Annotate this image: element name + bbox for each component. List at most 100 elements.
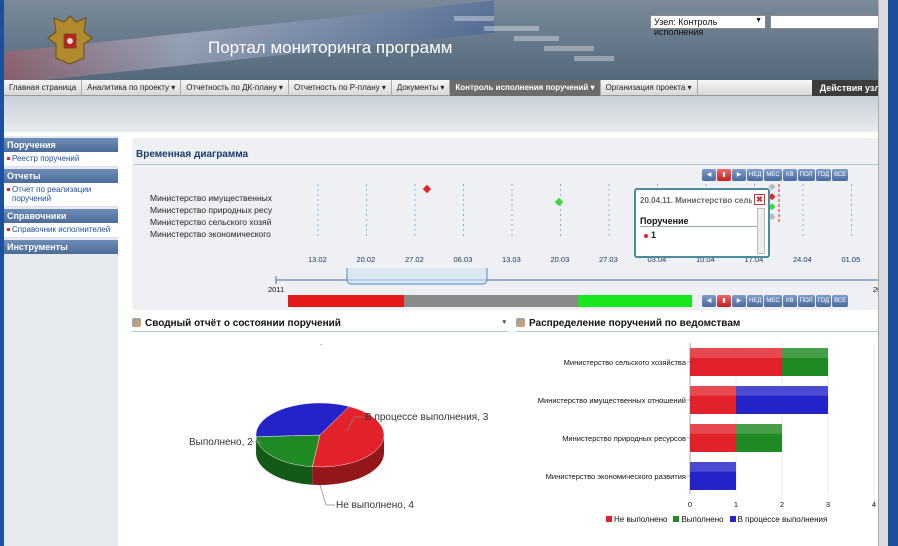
period-button[interactable]: НЕД [747, 169, 764, 181]
tooltip-value: 1 [644, 230, 656, 240]
period-button[interactable]: ВСЕ [832, 295, 849, 307]
period-button[interactable]: КВ [782, 169, 797, 181]
ribbon-area [4, 96, 888, 132]
date-axis: 13.02 20.02 27.02 06.03 13.03 20.03 27.03 03.04… [300, 255, 882, 267]
node-select[interactable]: Узел: Контроль исполнения ▼ [650, 15, 766, 37]
category-label: Министерство имущественных отношений [538, 396, 686, 405]
sidebar-section-title[interactable]: Справочники [4, 209, 118, 223]
menu-item[interactable]: Организация проекта ▾ [601, 80, 698, 96]
date-tick-label: 06.03 [453, 255, 473, 264]
sidebar-link[interactable]: Отчет по реализации поручений [4, 183, 118, 207]
pie-panel-header: Сводный отчёт о состоянии поручений ▾ [132, 318, 508, 332]
x-tick-label: 3 [826, 500, 830, 509]
status-strip [288, 295, 692, 307]
period-button[interactable]: МЕС [764, 169, 782, 181]
date-tick-label: 01.05 [841, 255, 861, 264]
timeline-selection-handle[interactable] [346, 268, 488, 285]
tooltip-title: 20.04.11. Министерство сель [640, 196, 752, 205]
quick-launch-sidebar: Поручения Реестр поручений Отчеты Отчет по … [4, 136, 118, 546]
event-marker[interactable] [554, 197, 564, 207]
category-label: Министерство сельского хозяйства [564, 358, 687, 367]
timeline-row-label: Министерство имущественных [150, 193, 273, 203]
period-button[interactable]: НЕД [747, 295, 764, 307]
legend-swatch [606, 516, 612, 522]
top-navigation: Главная страница Аналитика по проекту ▾ От… [4, 80, 888, 96]
legend-label: Не выполнено [614, 515, 668, 524]
legend-label: Выполнено [681, 515, 724, 524]
timeline-grid [317, 184, 852, 238]
date-tick-label: 27.03 [599, 255, 618, 264]
date-tick-label: 20.03 [550, 255, 570, 264]
x-tick-label: 4 [872, 500, 876, 509]
legend-swatch [729, 516, 736, 522]
menu-item[interactable]: Отчетность по ДК-плану ▾ [181, 80, 289, 96]
node-select-label: Узел: Контроль исполнения [654, 17, 718, 37]
pie-panel-title: Сводный отчёт о состоянии поручений [145, 318, 341, 329]
sidebar-section-title[interactable]: Инструменты [4, 240, 118, 254]
timeline-start-label: 2011 [268, 285, 284, 294]
date-tick-label: 27.02 [405, 255, 424, 264]
x-tick-label: 2 [780, 500, 784, 509]
menu-item[interactable]: Документы ▾ [392, 80, 451, 96]
bar-chart: 0 1 2 3 4 Министерство сельского хозяйства Мин… [538, 343, 876, 509]
tooltip-scrollbar[interactable] [757, 208, 765, 254]
period-nav-top: ◀ ▮ ▶ НЕД МЕС КВ ПОЛ ГОД ВСЕ [702, 169, 849, 181]
period-button[interactable]: МЕС [764, 295, 782, 307]
menu-item[interactable]: Главная страница [4, 80, 83, 96]
page-scrollbar[interactable] [878, 0, 888, 546]
svg-text:.: . [320, 338, 322, 347]
period-button[interactable]: ПОЛ [797, 295, 815, 307]
period-button[interactable]: ▮ [717, 169, 731, 181]
period-button[interactable]: ГОД [815, 169, 832, 181]
date-tick-label: 20.02 [356, 255, 376, 264]
period-button[interactable]: ГОД [815, 295, 832, 307]
period-button[interactable]: ◀ [702, 169, 716, 181]
period-button[interactable]: ВСЕ [832, 169, 849, 181]
bar-panel-header: Распределение поручений по ведомствам [516, 318, 882, 332]
report-icon [132, 318, 141, 327]
period-button[interactable]: ▶ [732, 169, 746, 181]
pie-chart: Не выполнено, 4 Выполнено, 2 В процессе вы… [189, 338, 489, 511]
period-button[interactable]: ▮ [717, 295, 731, 307]
title-divider [134, 164, 882, 165]
sidebar-link[interactable]: Реестр поручений [4, 152, 118, 167]
sidebar-link[interactable]: Справочник исполнителей [4, 223, 118, 238]
chevron-down-icon: ▼ [755, 17, 762, 24]
x-tick-label: 0 [688, 500, 692, 509]
gantt-decoration [454, 16, 614, 61]
close-icon[interactable]: ✖ [754, 194, 765, 205]
menu-item[interactable]: Аналитика по проекту ▾ [82, 80, 182, 96]
event-marker[interactable] [422, 184, 432, 194]
report-icon [516, 318, 525, 327]
sidebar-section-title[interactable]: Поручения [4, 138, 118, 152]
timeline-panel: Временная диаграмма ◀ ▮ ▶ НЕД МЕС КВ ПОЛ ГОД ВСЕ… [132, 138, 887, 310]
coat-of-arms-icon [47, 15, 93, 65]
period-button[interactable]: ◀ [702, 295, 716, 307]
bar-chart-legend: Не выполнено Выполнено В процессе выполнен… [600, 515, 827, 524]
portal-header: Портал мониторинга программ Узел: Контро… [4, 0, 888, 80]
timeline-row-label: Министерство сельского хозяй [150, 217, 272, 227]
tooltip-header: Поручение [640, 216, 689, 226]
timeline-title: Временная диаграмма [136, 149, 249, 160]
search-input[interactable] [770, 15, 888, 29]
date-tick-label: 13.02 [308, 255, 327, 264]
sidebar-section-title[interactable]: Отчеты [4, 169, 118, 183]
chevron-down-icon[interactable]: ▾ [502, 318, 506, 326]
timeline-row-label: Министерство экономического [150, 229, 271, 239]
period-nav-bottom: ◀ ▮ ▶ НЕД МЕС КВ ПОЛ ГОД ВСЕ [702, 295, 849, 307]
pie-label: Не выполнено, 4 [336, 500, 414, 511]
period-button[interactable]: КВ [782, 295, 797, 307]
period-button[interactable]: ▶ [732, 295, 746, 307]
legend-swatch [673, 516, 680, 522]
pie-label: В процессе выполнения, 3 [365, 412, 489, 423]
site-actions-button[interactable]: Действия узл [811, 80, 888, 96]
category-label: Министерство экономического развития [546, 472, 686, 481]
bar-panel-title: Распределение поручений по ведомствам [529, 318, 741, 329]
browser-page: Портал мониторинга программ Узел: Контро… [4, 0, 888, 546]
event-tooltip: 20.04.11. Министерство сель ✖ Поручение … [634, 188, 770, 258]
menu-item[interactable]: Контроль исполнения поручений ▾ [450, 80, 601, 96]
portal-title: Портал мониторинга программ [208, 38, 453, 57]
menu-item[interactable]: Отчетность по Р-плану ▾ [289, 80, 392, 96]
timeline-row-labels: Министерство имущественных Министерство п… [150, 192, 272, 240]
period-button[interactable]: ПОЛ [797, 169, 815, 181]
